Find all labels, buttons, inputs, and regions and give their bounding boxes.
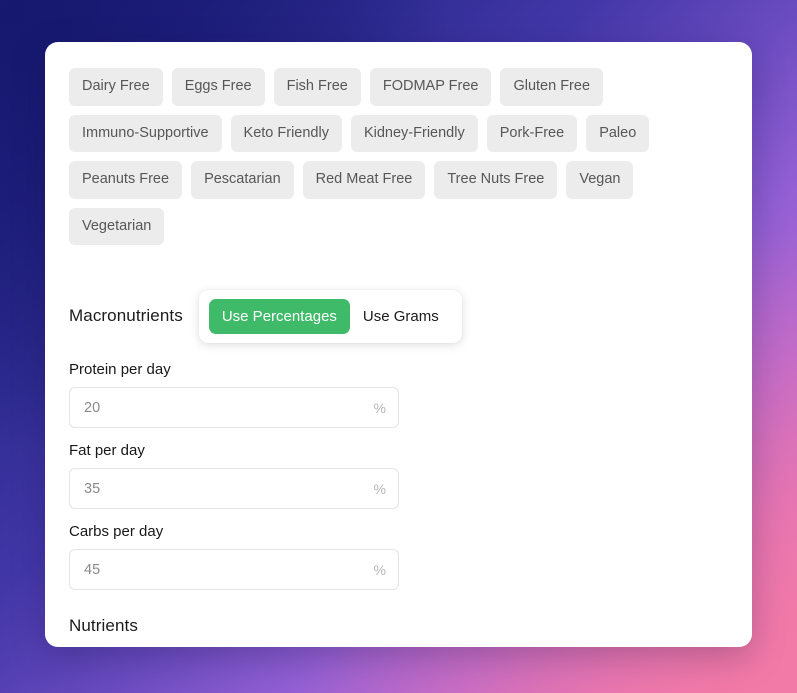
diet-tag-pescatarian[interactable]: Pescatarian <box>191 161 294 199</box>
diet-tag-vegan[interactable]: Vegan <box>566 161 634 199</box>
diet-tag-fish-free[interactable]: Fish Free <box>273 68 361 106</box>
input-protein-per-day[interactable] <box>69 387 399 428</box>
diet-tag-paleo[interactable]: Paleo <box>586 114 650 152</box>
field-label-protein-per-day: Protein per day <box>69 361 171 378</box>
diet-tag-vegetarian[interactable]: Vegetarian <box>69 207 165 245</box>
diet-tag-pork-free[interactable]: Pork-Free <box>486 114 578 152</box>
nutrients-title: Nutrients <box>69 616 138 635</box>
unit-toggle-group: Use Percentages Use Grams <box>198 289 462 343</box>
macronutrients-section: Macronutrients Use Percentages Use Grams <box>69 289 728 343</box>
macronutrients-title: Macronutrients <box>69 306 183 325</box>
settings-card: Dairy Free Eggs Free Fish Free FODMAP Free G… <box>45 42 752 647</box>
diet-tag-peanuts-free[interactable]: Peanuts Free <box>69 161 183 199</box>
diet-tag-kidney-friendly[interactable]: Kidney-Friendly <box>350 114 478 152</box>
unit-toggle-use-percentages[interactable]: Use Percentages <box>208 298 350 334</box>
input-wrapper-protein-per-day: % <box>69 387 399 428</box>
diet-tag-red-meat-free[interactable]: Red Meat Free <box>302 161 426 199</box>
diet-tag-immuno-supportive[interactable]: Immuno-Supportive <box>69 114 222 152</box>
card-content: Dairy Free Eggs Free Fish Free FODMAP Free G… <box>45 42 752 647</box>
field-label-carbs-per-day: Carbs per day <box>69 523 164 540</box>
input-wrapper-fat-per-day: % <box>69 468 399 509</box>
field-block-carbs-per-day: Carbs per day% <box>69 523 728 590</box>
diet-tag-fodmap-free[interactable]: FODMAP Free <box>369 68 492 106</box>
diet-tag-tree-nuts-free[interactable]: Tree Nuts Free <box>434 161 558 199</box>
macronutrient-fields: Protein per day%Fat per day%Carbs per da… <box>69 361 728 590</box>
field-block-protein-per-day: Protein per day% <box>69 361 728 428</box>
diet-tag-group: Dairy Free Eggs Free Fish Free FODMAP Free G… <box>69 68 728 245</box>
unit-toggle-use-grams[interactable]: Use Grams <box>350 299 452 334</box>
diet-tag-keto-friendly[interactable]: Keto Friendly <box>230 114 342 152</box>
field-block-fat-per-day: Fat per day% <box>69 442 728 509</box>
input-carbs-per-day[interactable] <box>69 549 399 590</box>
diet-tag-gluten-free[interactable]: Gluten Free <box>500 68 604 106</box>
input-wrapper-carbs-per-day: % <box>69 549 399 590</box>
field-label-fat-per-day: Fat per day <box>69 442 145 459</box>
diet-tag-dairy-free[interactable]: Dairy Free <box>69 68 163 106</box>
input-fat-per-day[interactable] <box>69 468 399 509</box>
diet-tag-eggs-free[interactable]: Eggs Free <box>171 68 265 106</box>
